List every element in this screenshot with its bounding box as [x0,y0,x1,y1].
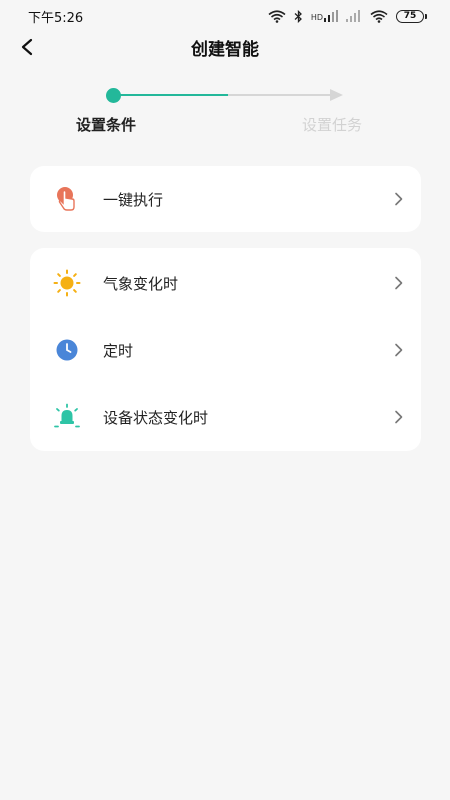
stepper: 设置条件 设置任务 [0,86,450,136]
battery-level: 75 [403,11,417,21]
signal-icon [324,10,338,22]
list-item-weather[interactable]: 气象变化时 [30,250,421,316]
battery-icon: 75 [396,9,427,23]
list-item-label: 气象变化时 [103,274,179,293]
chevron-left-icon [21,38,33,56]
chevron-right-icon [391,343,405,357]
back-button[interactable] [14,34,40,60]
chevron-right-icon [391,410,405,424]
step-label-conditions: 设置条件 [76,116,137,134]
step-current-dot [106,88,121,103]
conditions-card: 气象变化时 定时 设备状态变化时 [30,248,421,451]
clock-icon [52,335,82,365]
wifi-icon-2 [370,9,388,23]
status-bar: 下午5:26 HD 75 [0,0,450,32]
device-light-icon [52,402,82,432]
chevron-right-icon [391,276,405,290]
status-icons: HD 75 [268,9,427,23]
sun-icon [52,268,82,298]
network-type-label: HD [310,13,323,22]
step-progress-line [116,94,228,96]
header: 创建智能 [0,32,450,62]
step-label-tasks: 设置任务 [302,116,363,134]
list-item-label: 设备状态变化时 [103,408,209,427]
list-item-one-tap[interactable]: 一键执行 [30,166,421,232]
wifi-icon [268,9,286,23]
bluetooth-icon [294,9,302,23]
manual-trigger-card: 一键执行 [30,166,421,232]
chevron-right-icon [391,192,405,206]
step-pending-line [228,94,332,96]
status-time: 下午5:26 [28,10,84,26]
hand-tap-icon [52,184,82,214]
list-item-label: 定时 [103,341,134,360]
list-item-device-state[interactable]: 设备状态变化时 [30,384,421,450]
signal-icon-2 [346,10,360,22]
step-arrow-icon [330,89,343,101]
list-item-label: 一键执行 [103,190,164,209]
page-title: 创建智能 [191,39,259,60]
list-item-timer[interactable]: 定时 [30,317,421,383]
